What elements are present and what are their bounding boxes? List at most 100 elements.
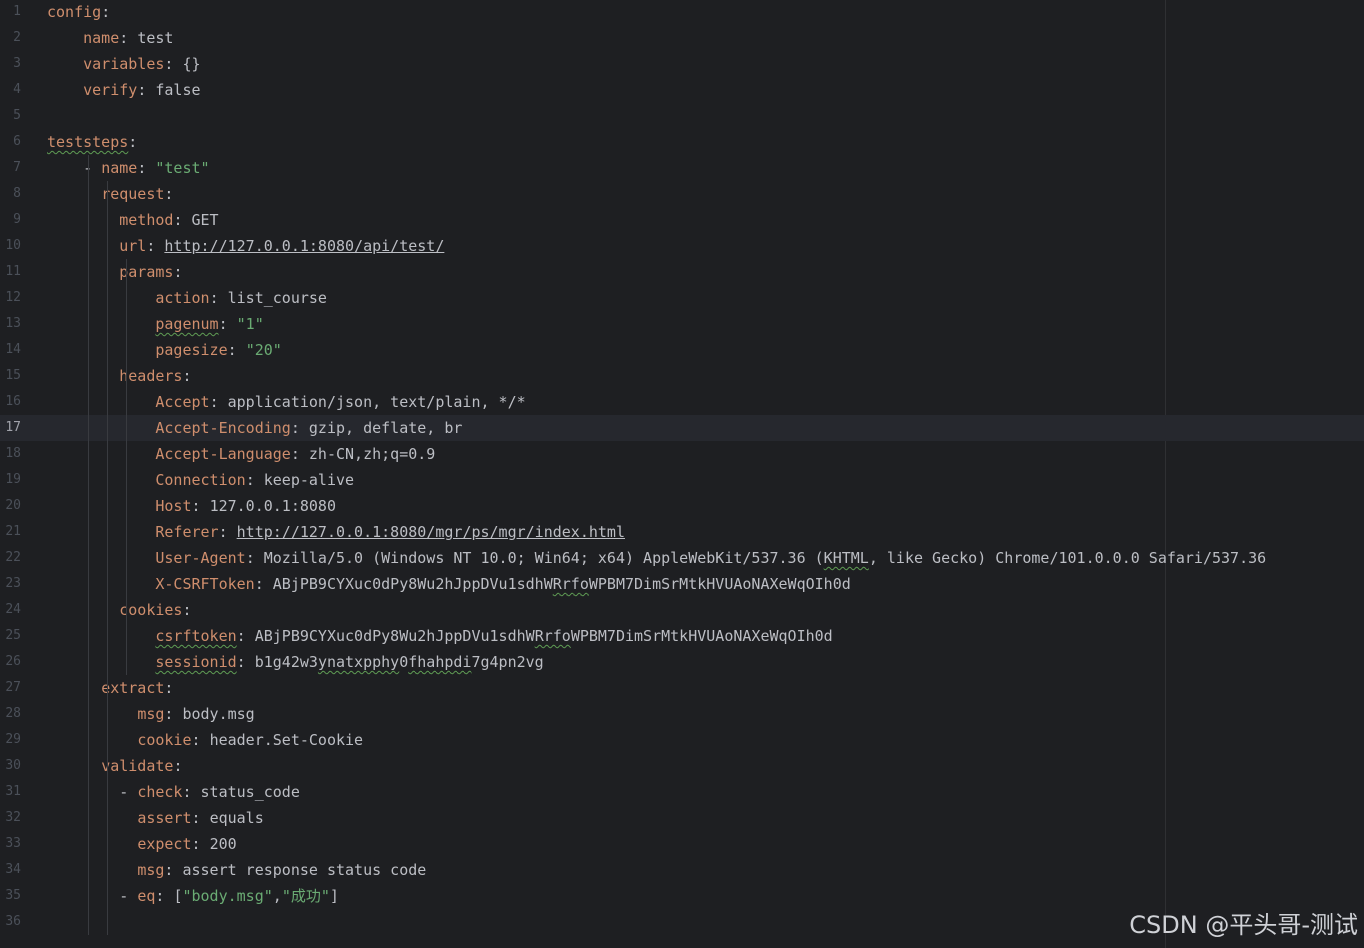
code-text[interactable]: Accept-Encoding: gzip, deflate, br (47, 415, 462, 441)
code-text[interactable]: Host: 127.0.0.1:8080 (47, 493, 336, 519)
code-text[interactable]: name: test (47, 25, 173, 51)
line-number: 22 (5, 550, 21, 565)
code-token: false (155, 81, 201, 99)
url-link[interactable]: http://127.0.0.1:8080/mgr/ps/mgr/index.h… (237, 523, 625, 541)
code-text[interactable]: config: (47, 0, 110, 25)
yaml-key: method (119, 211, 174, 229)
code-text[interactable]: User-Agent: Mozilla/5.0 (Windows NT 10.0… (47, 545, 1266, 571)
code-text[interactable]: Referer: http://127.0.0.1:8080/mgr/ps/mg… (47, 519, 625, 545)
code-line[interactable]: 4 verify: false (0, 77, 1364, 103)
line-number: 21 (5, 524, 21, 539)
code-line[interactable]: 26 sessionid: b1g42w3ynatxpphy0fhahpdi7g… (0, 649, 1364, 675)
string-value: "1" (236, 315, 264, 333)
code-text[interactable]: msg: assert response status code (47, 857, 426, 883)
code-editor[interactable]: 1 config: 2 name: test 3 variables: {} 4 ver… (0, 0, 1364, 948)
code-line[interactable]: 1 config: (0, 0, 1364, 25)
indent-guide (126, 363, 127, 597)
code-line[interactable]: 5 (0, 103, 1364, 129)
code-line[interactable]: 15 headers: (0, 363, 1364, 389)
yaml-key: validate (101, 757, 174, 775)
code-line[interactable]: 20 Host: 127.0.0.1:8080 (0, 493, 1364, 519)
code-line[interactable]: 27 extract: (0, 675, 1364, 701)
code-token: ABjPB9CYXuc0dPy8Wu2hJppDVu1sdhW (254, 627, 535, 645)
code-text[interactable]: cookies: (47, 597, 191, 623)
code-line[interactable]: 22 User-Agent: Mozilla/5.0 (Windows NT 1… (0, 545, 1364, 571)
code-text[interactable]: Connection: keep-alive (47, 467, 354, 493)
code-line[interactable]: 17 Accept-Encoding: gzip, deflate, br (0, 415, 1364, 441)
code-line[interactable]: 7 - name: "test" (0, 155, 1364, 181)
code-text[interactable]: msg: body.msg (47, 701, 255, 727)
line-number: 33 (5, 836, 21, 851)
code-text[interactable]: method: GET (47, 207, 218, 233)
code-line[interactable]: 25 csrftoken: ABjPB9CYXuc0dPy8Wu2hJppDVu… (0, 623, 1364, 649)
code-text[interactable]: pagesize: "20" (47, 337, 282, 363)
code-token: ynatxpphy (317, 653, 400, 671)
yaml-key: params (119, 263, 174, 281)
code-text[interactable]: - name: "test" (47, 155, 209, 181)
string-value: "20" (245, 341, 282, 359)
line-number: 28 (5, 706, 21, 721)
code-text[interactable]: headers: (47, 363, 191, 389)
code-line[interactable]: 28 msg: body.msg (0, 701, 1364, 727)
code-line[interactable]: 8 request: (0, 181, 1364, 207)
code-line[interactable]: 29 cookie: header.Set-Cookie (0, 727, 1364, 753)
code-text[interactable]: request: (47, 181, 173, 207)
indent-guide (88, 155, 89, 935)
code-line[interactable]: 11 params: (0, 259, 1364, 285)
code-line[interactable]: 24 cookies: (0, 597, 1364, 623)
code-text[interactable]: Accept: application/json, text/plain, */… (47, 389, 525, 415)
code-token: 0 (399, 653, 409, 671)
code-line[interactable]: 33 expect: 200 (0, 831, 1364, 857)
punctuation: : (191, 809, 210, 827)
code-text[interactable]: validate: (47, 753, 182, 779)
code-text[interactable]: extract: (47, 675, 173, 701)
code-text[interactable]: Accept-Language: zh-CN,zh;q=0.9 (47, 441, 435, 467)
yaml-key: cookies (119, 601, 183, 619)
code-line[interactable]: 10 url: http://127.0.0.1:8080/api/test/ (0, 233, 1364, 259)
code-token: body.msg (182, 705, 255, 723)
yaml-key: name (101, 159, 138, 177)
code-text[interactable]: verify: false (47, 77, 201, 103)
code-line[interactable]: 21 Referer: http://127.0.0.1:8080/mgr/ps… (0, 519, 1364, 545)
code-line[interactable]: 9 method: GET (0, 207, 1364, 233)
code-text[interactable]: assert: equals (47, 805, 263, 831)
yaml-key: assert (137, 809, 192, 827)
code-line[interactable]: 31 - check: status_code (0, 779, 1364, 805)
code-line[interactable]: 3 variables: {} (0, 51, 1364, 77)
code-line[interactable]: 23 X-CSRFToken: ABjPB9CYXuc0dPy8Wu2hJppD… (0, 571, 1364, 597)
code-line[interactable]: 32 assert: equals (0, 805, 1364, 831)
punctuation: : (254, 575, 273, 593)
code-line[interactable]: 19 Connection: keep-alive (0, 467, 1364, 493)
code-token: WPBM7DimSrMtkHVUAoNAXeWqOIh0d (570, 627, 833, 645)
code-text[interactable]: sessionid: b1g42w3ynatxpphy0fhahpdi7g4pn… (47, 649, 543, 675)
code-line[interactable]: 13 pagenum: "1" (0, 311, 1364, 337)
code-token: keep-alive (263, 471, 355, 489)
code-text[interactable]: teststeps: (47, 129, 137, 155)
code-line[interactable]: 30 validate: (0, 753, 1364, 779)
code-token: , like Gecko) Chrome/101.0.0.0 Safari/53… (868, 549, 1267, 567)
code-token: 127.0.0.1:8080 (209, 497, 336, 515)
punctuation: : (236, 653, 255, 671)
code-text[interactable]: - eq: ["body.msg","成功"] (47, 883, 339, 909)
indent: - (47, 887, 138, 905)
code-text[interactable]: cookie: header.Set-Cookie (47, 727, 363, 753)
code-line[interactable]: 12 action: list_course (0, 285, 1364, 311)
code-line[interactable]: 34 msg: assert response status code (0, 857, 1364, 883)
code-text[interactable]: expect: 200 (47, 831, 236, 857)
url-link[interactable]: http://127.0.0.1:8080/api/test/ (164, 237, 444, 255)
code-text[interactable]: csrftoken: ABjPB9CYXuc0dPy8Wu2hJppDVu1sd… (47, 623, 833, 649)
code-text[interactable]: params: (47, 259, 182, 285)
code-line[interactable]: 6 teststeps: (0, 129, 1364, 155)
code-text[interactable]: - check: status_code (47, 779, 300, 805)
code-line[interactable]: 18 Accept-Language: zh-CN,zh;q=0.9 (0, 441, 1364, 467)
code-text[interactable]: variables: {} (47, 51, 200, 77)
code-text[interactable]: X-CSRFToken: ABjPB9CYXuc0dPy8Wu2hJppDVu1… (47, 571, 850, 597)
code-line[interactable]: 14 pagesize: "20" (0, 337, 1364, 363)
code-line[interactable]: 16 Accept: application/json, text/plain,… (0, 389, 1364, 415)
code-line[interactable]: 2 name: test (0, 25, 1364, 51)
code-text[interactable]: pagenum: "1" (47, 311, 264, 337)
